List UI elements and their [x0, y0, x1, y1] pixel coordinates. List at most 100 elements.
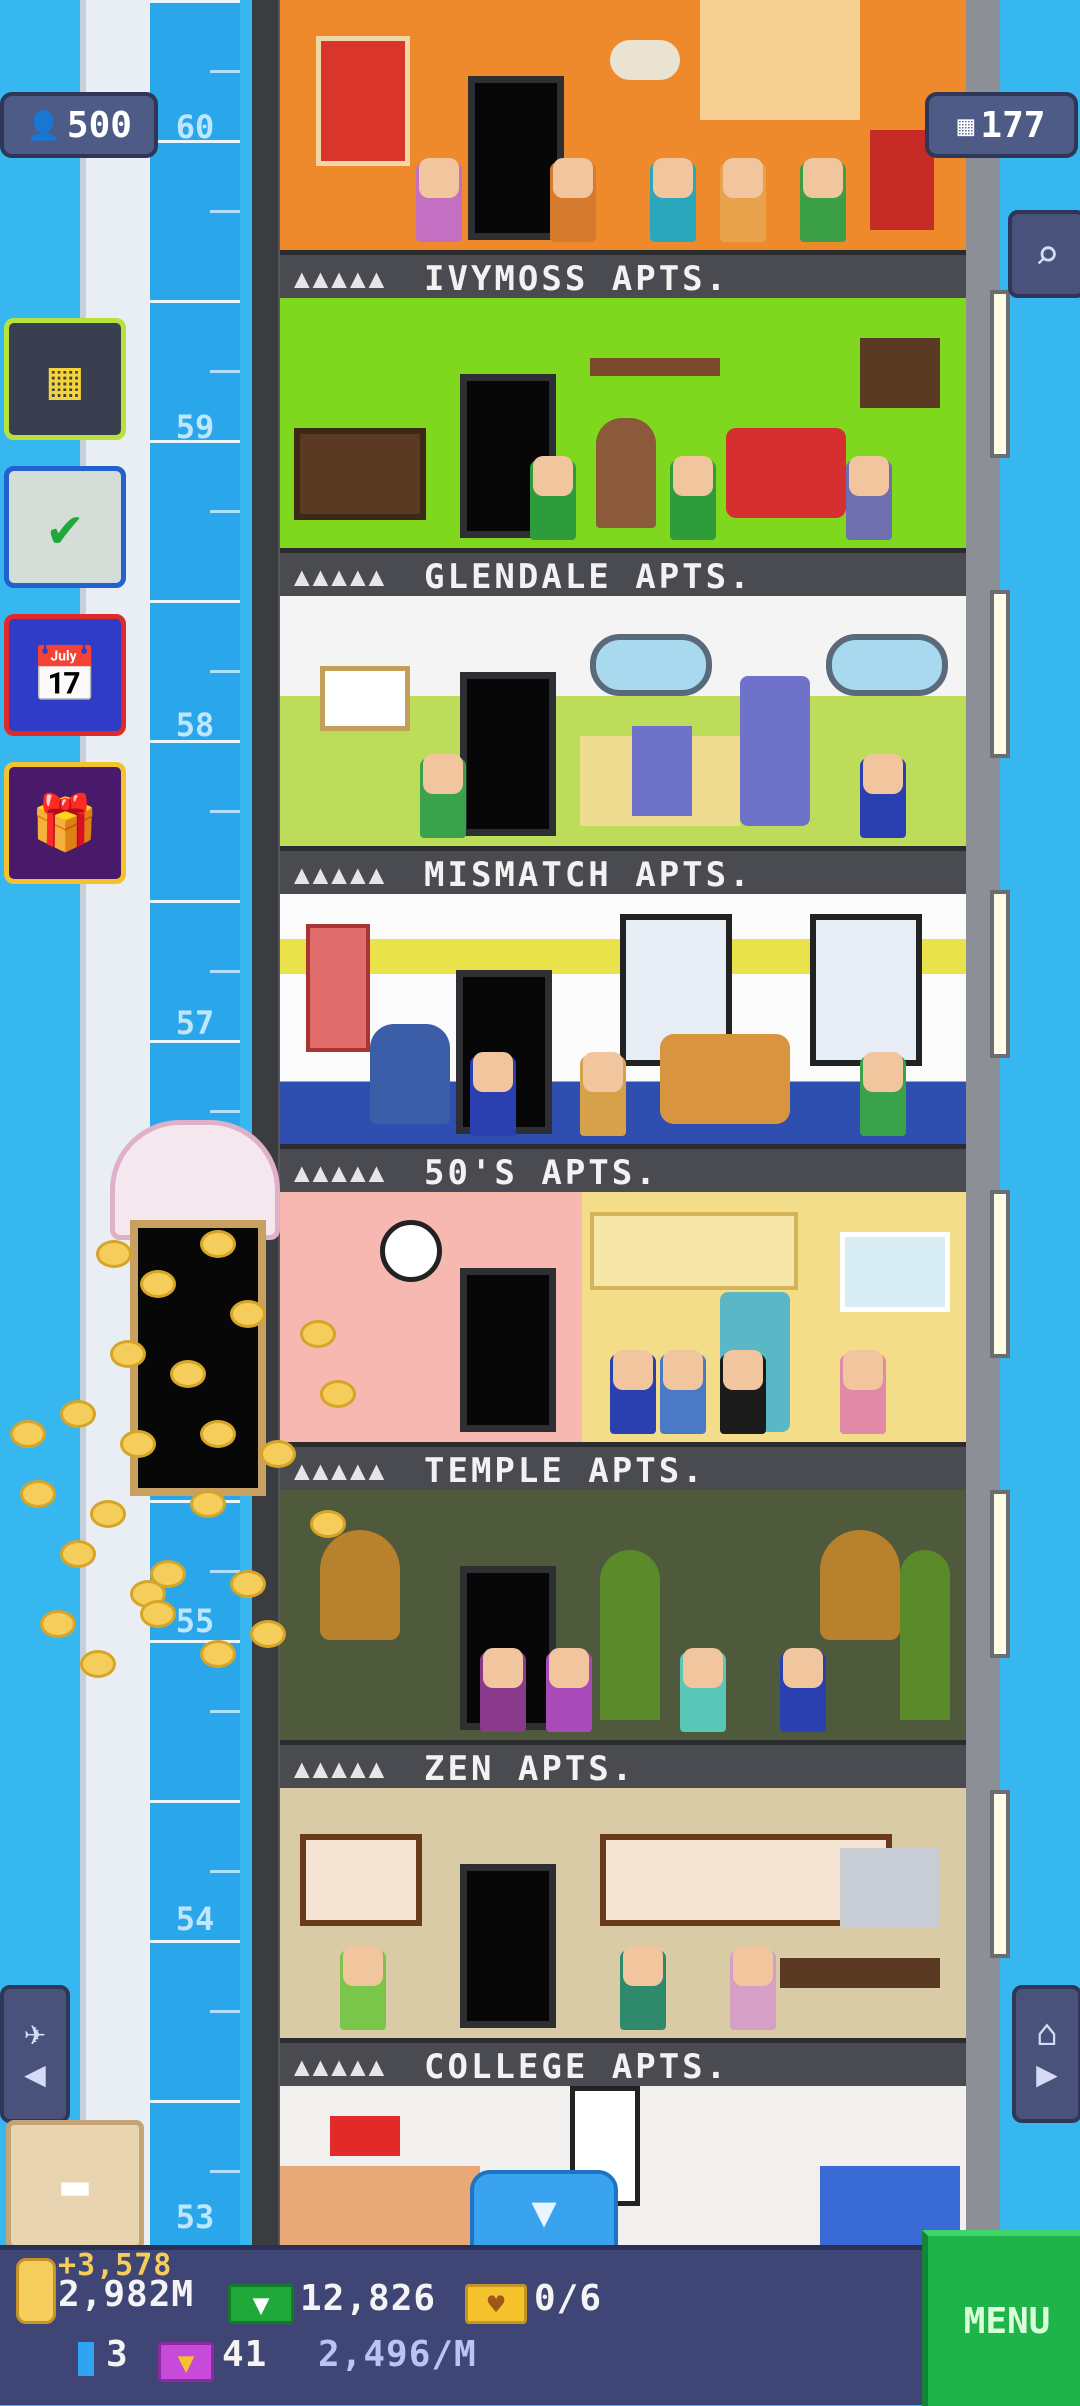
coin-icon[interactable]: [200, 1230, 236, 1258]
tower-light: [990, 1190, 1010, 1358]
search-button[interactable]: ⌕: [1008, 210, 1080, 298]
coin-icon[interactable]: [200, 1640, 236, 1668]
floor-53[interactable]: [280, 2086, 966, 2245]
resident-sprite[interactable]: [550, 158, 596, 242]
resident-sprite[interactable]: [660, 1350, 706, 1434]
floor-door: [460, 672, 556, 836]
window: [840, 1232, 950, 1312]
crate-button[interactable]: ▬: [6, 2120, 144, 2250]
coin-icon[interactable]: [140, 1270, 176, 1298]
floor-zen[interactable]: ▲▲▲▲▲ ZEN APTS.: [280, 1490, 966, 1793]
home-button[interactable]: ⌂ ▶: [1012, 1985, 1080, 2123]
floor-glendale[interactable]: ▲▲▲▲▲ GLENDALE APTS.: [280, 298, 966, 601]
coin-icon[interactable]: [260, 1440, 296, 1468]
resident-sprite[interactable]: [800, 158, 846, 242]
coin-icon[interactable]: [80, 1650, 116, 1678]
floor-room[interactable]: [280, 1490, 966, 1740]
build-floor-button[interactable]: ▦: [4, 318, 126, 440]
rug-decor: [316, 36, 410, 166]
tower-light: [990, 890, 1010, 1058]
golden-ticket-count: 0/6: [534, 2278, 603, 2319]
coin-icon[interactable]: [40, 1610, 76, 1638]
resident-sprite[interactable]: [620, 1946, 666, 2030]
resident-sprite[interactable]: [720, 158, 766, 242]
floor-name: MISMATCH APTS.: [424, 855, 753, 895]
resident-sprite[interactable]: [780, 1648, 826, 1732]
floor-50s[interactable]: ▲▲▲▲▲ 50'S APTS.: [280, 894, 966, 1197]
coin-icon[interactable]: [190, 1490, 226, 1518]
coin-icon[interactable]: [120, 1430, 156, 1458]
floor-room[interactable]: [280, 2086, 966, 2245]
coin-icon[interactable]: [110, 1340, 146, 1368]
resident-sprite[interactable]: [580, 1052, 626, 1136]
missions-button[interactable]: ✔: [4, 466, 126, 588]
resident-sprite[interactable]: [730, 1946, 776, 2030]
resident-sprite[interactable]: [610, 1350, 656, 1434]
floor-room[interactable]: [280, 596, 966, 846]
coin-icon[interactable]: [90, 1500, 126, 1528]
coin-icon[interactable]: [200, 1420, 236, 1448]
resident-sprite[interactable]: [860, 754, 906, 838]
coin-icon[interactable]: [60, 1540, 96, 1568]
resident-sprite[interactable]: [420, 754, 466, 838]
calendar-button[interactable]: 📅: [4, 614, 126, 736]
scroll-down-button[interactable]: ▼: [470, 2170, 618, 2253]
resident-sprite[interactable]: [860, 1052, 906, 1136]
resident-sprite[interactable]: [480, 1648, 526, 1732]
floor-room[interactable]: [280, 894, 966, 1144]
resident-sprite[interactable]: [470, 1052, 516, 1136]
coin-icon[interactable]: [60, 1400, 96, 1428]
coin-icon[interactable]: [20, 1480, 56, 1508]
floor-room[interactable]: [280, 298, 966, 548]
fridge: [740, 676, 810, 826]
clock-icon: [380, 1220, 442, 1282]
person-icon: 👤: [26, 108, 61, 142]
resident-sprite[interactable]: [846, 456, 892, 540]
population-counter[interactable]: 👤 500: [0, 92, 158, 158]
bux-counter[interactable]: ▦ 177: [925, 92, 1078, 158]
stove: [632, 726, 692, 816]
elevator-up-button[interactable]: ✈ ◀: [0, 1985, 70, 2123]
painting: [320, 666, 410, 731]
coin-icon[interactable]: [310, 1510, 346, 1538]
resident-sprite[interactable]: [840, 1350, 886, 1434]
jukebox: [596, 418, 656, 528]
floor-name: 50'S APTS.: [424, 1153, 659, 1193]
coin-icon[interactable]: [320, 1380, 356, 1408]
gift-button[interactable]: 🎁: [4, 762, 126, 884]
floor-mismatch[interactable]: ▲▲▲▲▲ MISMATCH APTS.: [280, 596, 966, 899]
coin-icon[interactable]: [170, 1360, 206, 1388]
vip-icon: ▼: [158, 2342, 214, 2382]
coin-icon[interactable]: [230, 1570, 266, 1598]
floor-room[interactable]: [280, 1788, 966, 2038]
resident-sprite[interactable]: [680, 1648, 726, 1732]
bux-value: 177: [980, 104, 1046, 146]
resident-sprite[interactable]: [670, 456, 716, 540]
coin-icon[interactable]: [96, 1240, 132, 1268]
coins-total: 2,982M: [58, 2274, 195, 2315]
resident-sprite[interactable]: [546, 1648, 592, 1732]
resident-sprite[interactable]: [416, 158, 462, 242]
resident-sprite[interactable]: [340, 1946, 386, 2030]
resident-sprite[interactable]: [720, 1350, 766, 1434]
coin-icon[interactable]: [250, 1620, 286, 1648]
coin-icon[interactable]: [230, 1300, 266, 1328]
palm-plant: [600, 1550, 660, 1720]
floor-room[interactable]: [280, 1192, 966, 1442]
coin-icon[interactable]: [300, 1320, 336, 1348]
floor-name: GLENDALE APTS.: [424, 557, 753, 597]
resident-sprite[interactable]: [650, 158, 696, 242]
resident-sprite[interactable]: [530, 456, 576, 540]
milkshake-cup[interactable]: [130, 1220, 266, 1496]
red-sofa: [726, 428, 846, 518]
floor-room[interactable]: [280, 0, 966, 250]
coin-icon[interactable]: [140, 1600, 176, 1628]
menu-button[interactable]: MENU: [922, 2230, 1080, 2406]
floor-college[interactable]: ▲▲▲▲▲ COLLEGE APTS.: [280, 1788, 966, 2091]
coin-icon[interactable]: [10, 1420, 46, 1448]
wall-shelf: [590, 358, 720, 376]
floor-ivymoss[interactable]: ▲▲▲▲▲ IVYMOSS APTS.: [280, 0, 966, 303]
wall-decor: [700, 0, 860, 120]
floor-temple[interactable]: ▲▲▲▲▲ TEMPLE APTS.: [280, 1192, 966, 1495]
window: [826, 634, 948, 696]
